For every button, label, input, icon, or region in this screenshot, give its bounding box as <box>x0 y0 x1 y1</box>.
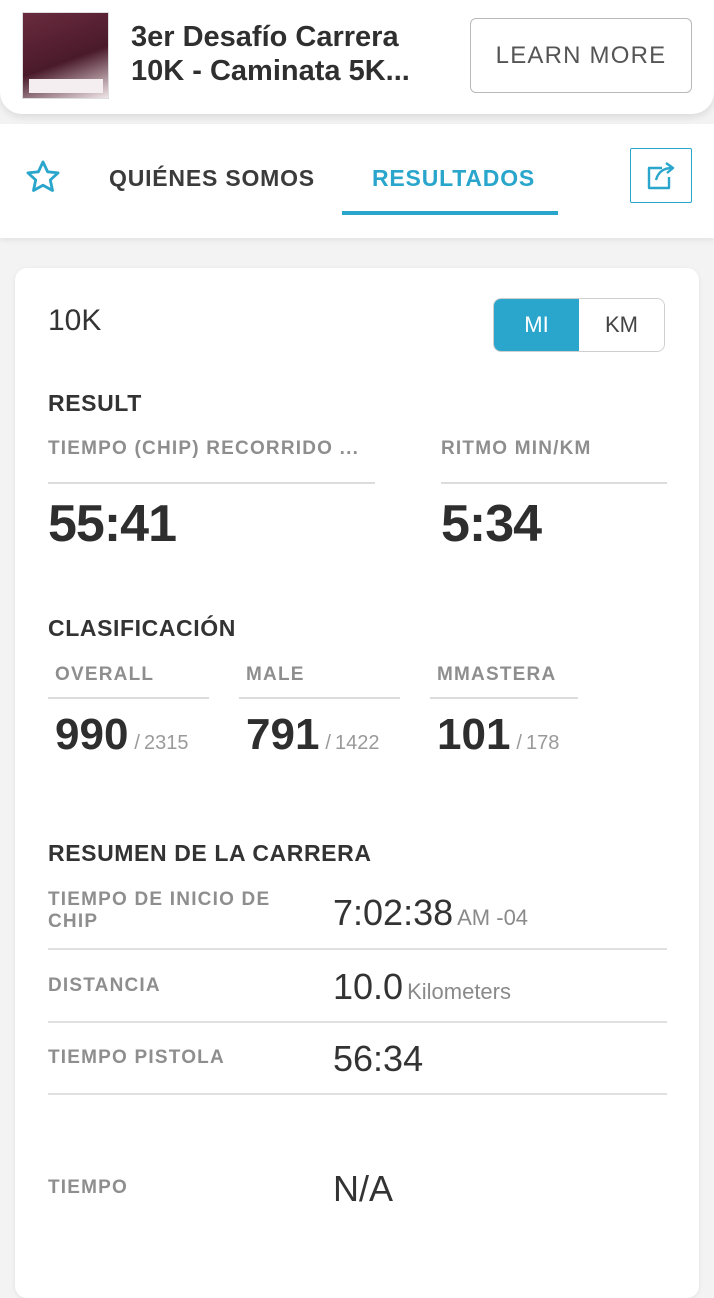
active-tab-indicator <box>342 211 558 215</box>
division-place: 101 / 178 <box>437 710 559 760</box>
division-label: MMASTERA <box>437 664 557 685</box>
summary-value-distance: 10.0 Kilometers <box>333 966 511 1008</box>
event-title-line2: 10K - Caminata 5K... <box>131 55 410 87</box>
classification-heading: CLASIFICACIÓN <box>48 615 236 641</box>
event-title[interactable]: 3er Desafío Carrera 10K - Caminata 5K... <box>131 20 451 88</box>
divider <box>441 482 667 484</box>
division-place-number: 101 <box>437 710 511 759</box>
pace-value: 5:34 <box>441 495 542 553</box>
distance-value: 10.0 <box>333 966 404 1007</box>
chip-start-time: 7:02:38 <box>333 892 454 933</box>
male-place-total: 1422 <box>334 732 380 754</box>
division-place-separator: / <box>516 732 522 754</box>
divider <box>48 1093 667 1095</box>
overall-place-separator: / <box>134 732 140 754</box>
thumbnail-decor <box>29 79 103 93</box>
share-button[interactable] <box>630 148 692 203</box>
divider <box>48 948 667 950</box>
division-place-total: 178 <box>525 732 560 754</box>
overall-place-number: 990 <box>55 710 129 759</box>
tab-results[interactable]: RESULTADOS <box>372 158 535 198</box>
summary-label-gun-time: TIEMPO PISTOLA <box>48 1047 225 1068</box>
event-banner: 3er Desafío Carrera 10K - Caminata 5K...… <box>0 0 714 114</box>
summary-label-chip-start: TIEMPO DE INICIO DE CHIP <box>48 889 271 932</box>
unit-km-button[interactable]: KM <box>579 299 664 351</box>
divider <box>48 1021 667 1023</box>
unit-mi-button[interactable]: MI <box>494 299 579 351</box>
divider <box>430 697 578 699</box>
tab-about[interactable]: QUIÉNES SOMOS <box>109 158 315 198</box>
divider <box>239 697 400 699</box>
unit-toggle: MI KM <box>493 298 665 352</box>
event-thumbnail[interactable] <box>22 12 109 99</box>
overall-place: 990 / 2315 <box>55 710 188 760</box>
summary-heading: RESUMEN DE LA CARRERA <box>48 840 372 866</box>
result-heading: RESULT <box>48 390 142 416</box>
summary-label-distance: DISTANCIA <box>48 975 161 996</box>
gun-time-value: 56:34 <box>333 1038 424 1079</box>
divider <box>48 697 209 699</box>
tab-bar: QUIÉNES SOMOS RESULTADOS <box>0 124 714 238</box>
time-value: N/A <box>333 1168 394 1209</box>
overall-label: OVERALL <box>55 664 155 685</box>
event-title-line1: 3er Desafío Carrera <box>131 21 399 53</box>
learn-more-button[interactable]: LEARN MORE <box>470 18 692 93</box>
share-icon <box>647 161 675 189</box>
summary-label-time: TIEMPO <box>48 1177 129 1198</box>
distance-unit: Kilometers <box>407 979 511 1004</box>
summary-value-time: N/A <box>333 1168 397 1210</box>
chip-start-suffix: AM -04 <box>457 905 529 930</box>
divider <box>48 482 375 484</box>
star-icon[interactable] <box>24 158 62 196</box>
summary-value-chip-start: 7:02:38 AM -04 <box>333 892 528 934</box>
chip-time-value: 55:41 <box>48 495 177 553</box>
overall-place-total: 2315 <box>143 732 189 754</box>
male-label: MALE <box>246 664 305 685</box>
summary-value-gun-time: 56:34 <box>333 1038 427 1080</box>
pace-label: RITMO MIN/KM <box>441 438 592 459</box>
chip-time-label: TIEMPO (CHIP) RECORRIDO ... <box>48 438 360 459</box>
male-place-number: 791 <box>246 710 320 759</box>
male-place: 791 / 1422 <box>246 710 379 760</box>
male-place-separator: / <box>325 732 331 754</box>
result-card: 10K MI KM RESULT TIEMPO (CHIP) RECORRIDO… <box>15 268 699 1298</box>
race-name: 10K <box>48 304 102 337</box>
